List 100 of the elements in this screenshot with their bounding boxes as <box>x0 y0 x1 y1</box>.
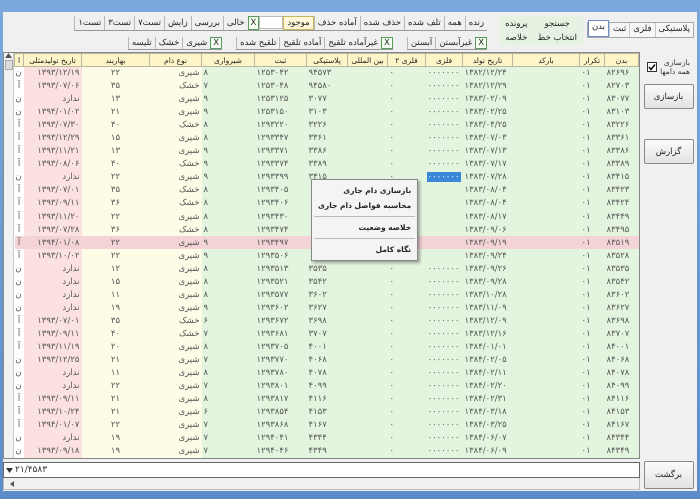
filter-option[interactable]: آبستن <box>406 37 436 49</box>
action-link[interactable]: خلاصه <box>503 33 530 43</box>
table-cell: ۱۳۹۳/۱۲/۲۵ <box>37 355 80 366</box>
tab[interactable]: پلاستیکی <box>654 23 693 37</box>
side-button[interactable]: گزارش <box>644 139 694 164</box>
table-cell: آ <box>18 120 20 130</box>
side-button[interactable]: بازسازی <box>644 84 694 109</box>
table-cell: ۴۰۰۱ <box>308 342 327 352</box>
table-cell: ۸۳۴۴۹ <box>606 212 630 222</box>
table-cell: ۰۱ <box>582 146 591 156</box>
filter-option[interactable]: شیری <box>182 37 210 49</box>
table-cell: ۰۱ <box>582 394 591 404</box>
table-cell: ۱۳۸۳/۰۸/۰۴ <box>464 185 507 196</box>
toggle-button[interactable]: X <box>381 37 393 49</box>
table-cell: ۸۴۱۶۷ <box>606 420 630 430</box>
filter-option[interactable]: تلقیح شده <box>236 37 280 49</box>
table-cell: ۱۳۸۲/۱۲/۲۹ <box>464 81 507 92</box>
scroll-thumb[interactable] <box>4 60 12 70</box>
table-cell: ۱۳۸۳/۱۲/۰۹ <box>464 316 507 326</box>
table-cell: ن <box>15 94 22 104</box>
table-cell: ۱۳۹۳/۰۷/۰۱ <box>37 185 80 196</box>
table-cell: ۰۰۰۰۰۰۰ <box>428 368 460 378</box>
dropdown-icon[interactable] <box>6 468 13 472</box>
table-cell: ۰۰۰۰۰۰۰ <box>428 120 460 130</box>
filter-option[interactable]: آماده تلقیح <box>279 37 324 49</box>
table-cell: ۸۳۶۲۷ <box>606 302 630 313</box>
table-cell: آ <box>18 224 20 235</box>
table-cell: ۱۲۵۳۱۵۰ <box>256 107 288 118</box>
table-cell: ۲۱ <box>110 107 120 118</box>
table-cell: آ <box>18 198 20 208</box>
toggle-button[interactable]: X <box>210 37 222 49</box>
scroll-up-icon[interactable] <box>5 53 12 58</box>
table-cell: خشک <box>179 328 200 339</box>
tab[interactable]: بدن <box>588 20 610 37</box>
table-cell: ۱۲۵۳۰۴۸ <box>256 81 288 92</box>
checkbox[interactable] <box>647 62 658 72</box>
table-cell: ن <box>15 355 22 366</box>
table-cell: شیری <box>178 446 200 456</box>
action-link[interactable]: جستجو <box>536 19 579 29</box>
table-cell: ۸۳۱۰۳ <box>606 107 630 118</box>
table-cell: ۰۱ <box>582 159 591 170</box>
tab[interactable]: ثبت <box>609 23 630 37</box>
action-link[interactable]: پرونده <box>503 19 530 29</box>
table-cell: ۸۳۴۱۵ <box>606 172 630 182</box>
table-cell: ۸۳۳۸۶ <box>606 146 630 156</box>
table-cell: ۱۳۸۴/۰۲/۱۱ <box>464 368 507 378</box>
table-cell: ۳۳۸۹ <box>308 159 327 170</box>
table-cell: ۰ <box>390 420 394 430</box>
table-cell: ۷ <box>204 81 208 92</box>
table-cell: ۸۳۳۶۱ <box>606 133 630 144</box>
toggle-button[interactable]: X <box>475 37 488 49</box>
filter-option[interactable]: تست۱ <box>74 16 104 30</box>
input-field[interactable] <box>259 16 284 29</box>
filter-option[interactable]: حذف شده <box>360 16 404 30</box>
table-cell: ن <box>15 68 22 78</box>
filter-option[interactable]: خشک <box>154 37 182 49</box>
table-cell: ۱۲۹۳۸۵۴ <box>256 407 288 418</box>
table-cell: ۰۱ <box>582 185 591 196</box>
filter-option[interactable]: تست۷ <box>134 16 164 30</box>
table-cell: شیری <box>178 133 200 144</box>
table-cell: ۱۲۹۳۲۲۰ <box>256 120 288 130</box>
filter-option[interactable]: غیرآبستن <box>435 37 476 49</box>
table-cell: ندارد <box>62 302 80 313</box>
table-cell: ۳۴۱۵ <box>308 172 327 182</box>
back-button[interactable]: برگشت <box>644 461 694 489</box>
table-cell: ۱۳۹۳/۰۷/۰۶ <box>37 81 80 92</box>
filter-option[interactable]: خالی <box>223 16 248 30</box>
filter-option[interactable]: همه <box>444 16 465 30</box>
table-cell: ۶ <box>204 407 208 418</box>
table-cell: ۸ <box>204 133 208 144</box>
table-cell: ن <box>15 446 22 456</box>
table-cell: ۱۲۹۳۴۰۶ <box>256 198 288 208</box>
table-cell: ۱۳۸۴/۰۶/۰۷ <box>464 433 507 444</box>
scroll-left-icon[interactable] <box>10 480 14 486</box>
action-link[interactable]: انتخاب خط <box>536 33 579 43</box>
table-cell: شیری <box>178 420 200 430</box>
filter-option[interactable]: تلف شده <box>404 16 444 30</box>
filter-option[interactable]: زنده <box>464 16 488 30</box>
status-field[interactable]: ۲۱/۴۵۸۳ <box>3 462 640 478</box>
table-cell: شیری <box>178 146 200 156</box>
table-cell: ۱۲۹۳۴۷۴ <box>256 224 288 235</box>
table-cell: آ <box>18 250 20 261</box>
table-cell: ۱۳۸۳/۰۷/۱۷ <box>464 159 507 170</box>
filter-option[interactable]: تست۳ <box>104 16 134 30</box>
table-cell: ۳۳۶۱ <box>308 133 327 144</box>
table-cell: ۱۲۹۳۵۱۳ <box>256 264 288 274</box>
table-cell: ۸۲۷۰۳ <box>606 81 630 92</box>
table-cell: ۴۱۱۶ <box>308 394 327 404</box>
tab[interactable]: فلزی <box>629 23 655 37</box>
filter-option[interactable]: زایش <box>164 16 191 30</box>
table-cell: آ <box>18 185 20 196</box>
filter-option[interactable]: غیرآماده تلقیح <box>324 37 382 49</box>
toggle-button[interactable]: X <box>248 16 260 30</box>
filter-option[interactable]: موجود <box>283 16 314 30</box>
table-cell: ۰۱ <box>582 433 591 444</box>
filter-option[interactable]: تلیسه <box>128 37 155 49</box>
table-cell: ۰۱ <box>582 224 591 235</box>
table-cell: ۲۲ <box>110 250 120 261</box>
table-cell: ۰۱ <box>582 264 591 274</box>
filter-option[interactable]: بررسی <box>190 16 223 30</box>
